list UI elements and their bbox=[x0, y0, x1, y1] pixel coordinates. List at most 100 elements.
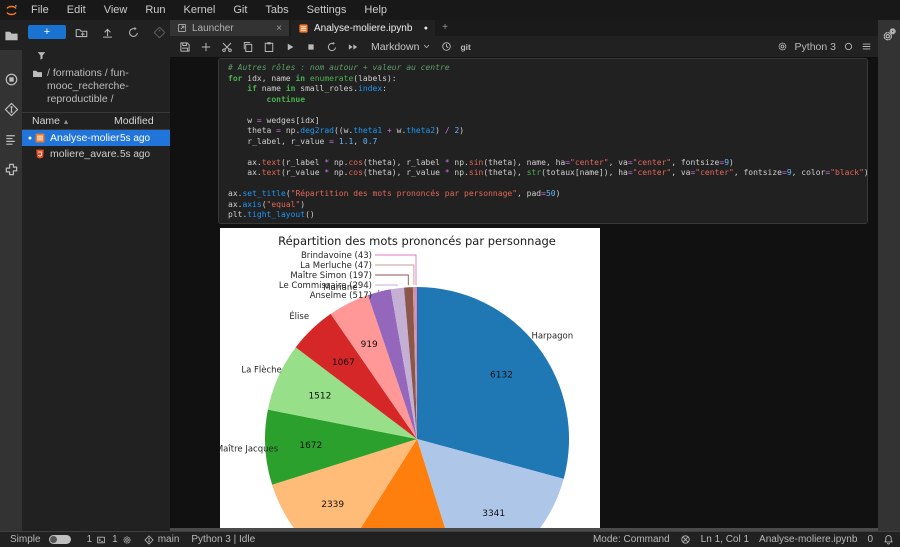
new-launcher-button[interactable]: + bbox=[28, 25, 66, 39]
code-line: theta = np.deg2rad((w.theta1 + w.theta2)… bbox=[228, 126, 867, 137]
upload-icon[interactable] bbox=[101, 26, 114, 39]
code-line bbox=[228, 105, 867, 116]
trust-indicator-icon[interactable] bbox=[680, 534, 691, 545]
code-line: ax.text(r_label * np.cos(theta), r_label… bbox=[228, 158, 867, 169]
file-modified: 5s ago bbox=[120, 149, 166, 160]
menu-view[interactable]: View bbox=[95, 0, 137, 20]
svg-text:6132: 6132 bbox=[490, 370, 513, 380]
close-tab-icon[interactable]: × bbox=[276, 23, 282, 34]
tab-bar: Launcher × Analyse-moliere.ipynb ● + bbox=[170, 20, 878, 36]
terminal-icon bbox=[96, 535, 106, 545]
svg-text:1067: 1067 bbox=[332, 358, 355, 368]
code-line: ax.axis("equal") bbox=[228, 200, 867, 211]
cursor-position[interactable]: Ln 1, Col 1 bbox=[701, 534, 749, 545]
copy-button[interactable] bbox=[242, 41, 254, 53]
execution-time-icon[interactable] bbox=[441, 41, 452, 52]
status-bar: Simple 1 1 main Python 3 | Idle Mode: Co… bbox=[0, 531, 900, 547]
file-browser-toolbar: + bbox=[22, 20, 170, 43]
property-inspector-icon[interactable] bbox=[882, 28, 896, 42]
code-line: continue bbox=[228, 95, 867, 106]
fast-forward-button[interactable] bbox=[347, 41, 359, 53]
annotation-label: Brindavoine (43) bbox=[301, 251, 372, 261]
annotation-label: Maître Simon (197) bbox=[290, 271, 372, 281]
menubar: FileEditViewRunKernelGitTabsSettingsHelp bbox=[0, 0, 900, 21]
menu-tabs[interactable]: Tabs bbox=[256, 0, 297, 20]
stop-button[interactable] bbox=[305, 41, 317, 53]
code-line: if name in small_roles.index: bbox=[228, 84, 867, 95]
file-row[interactable]: ●Analyse-moliere.i..5s ago bbox=[22, 130, 170, 146]
settings-gear-icon[interactable] bbox=[777, 41, 788, 52]
sidebar-git-icon[interactable] bbox=[0, 94, 22, 124]
tab-label: Launcher bbox=[192, 23, 234, 34]
chevron-down-icon bbox=[422, 42, 431, 51]
notebook-area[interactable]: # Autres rôles : nom autour + valeur au … bbox=[170, 57, 878, 528]
kernels-status[interactable]: 1 bbox=[112, 534, 132, 545]
git-clone-icon[interactable] bbox=[153, 26, 166, 39]
column-modified[interactable]: Modified bbox=[114, 115, 166, 127]
simple-mode-toggle[interactable] bbox=[49, 535, 71, 544]
run-button[interactable] bbox=[284, 41, 296, 53]
add-cell-button[interactable] bbox=[200, 41, 212, 53]
svg-text:Répartition des mots prononcés: Répartition des mots prononcés par perso… bbox=[278, 234, 556, 248]
kernel-status-text[interactable]: Python 3 | Idle bbox=[191, 534, 255, 545]
code-line: plt.tight_layout() bbox=[228, 210, 867, 221]
git-branch-status[interactable]: main bbox=[144, 534, 180, 545]
launcher-icon bbox=[177, 23, 187, 33]
menu-file[interactable]: File bbox=[22, 0, 58, 20]
jupyterlab-window: FileEditViewRunKernelGitTabsSettingsHelp… bbox=[0, 0, 900, 547]
new-tab-button[interactable]: + bbox=[435, 20, 455, 36]
code-line: for idx, name in enumerate(labels): bbox=[228, 74, 867, 85]
toolbar-buttons bbox=[179, 41, 359, 53]
menu-edit[interactable]: Edit bbox=[58, 0, 95, 20]
menu-list: FileEditViewRunKernelGitTabsSettingsHelp bbox=[22, 0, 396, 20]
notifications-count[interactable]: 0 bbox=[867, 534, 873, 545]
file-browser-actions bbox=[75, 26, 166, 39]
sidebar-file-browser-icon[interactable] bbox=[0, 20, 22, 50]
cell-type-value: Markdown bbox=[371, 41, 419, 53]
menu-git[interactable]: Git bbox=[224, 0, 256, 20]
simple-mode-label: Simple bbox=[10, 534, 41, 545]
unsaved-changes-dot: ● bbox=[424, 25, 428, 32]
notebook-file-icon bbox=[34, 132, 48, 144]
save-button[interactable] bbox=[179, 41, 191, 53]
kernel-name[interactable]: Python 3 bbox=[795, 41, 836, 53]
restart-button[interactable] bbox=[326, 41, 338, 53]
file-row[interactable]: moliere_avare.html5s ago bbox=[22, 146, 170, 162]
sort-caret-icon: ▴ bbox=[64, 117, 68, 126]
code-cell[interactable]: # Autres rôles : nom autour + valeur au … bbox=[218, 58, 868, 224]
terminals-status[interactable]: 1 bbox=[87, 534, 107, 545]
active-file-name[interactable]: Analyse-moliere.ipynb bbox=[759, 534, 857, 545]
svg-text:2339: 2339 bbox=[321, 500, 344, 510]
breadcrumb[interactable]: / formations / fun-mooc_recherche-reprod… bbox=[22, 63, 170, 108]
sidebar-running-sessions-icon[interactable] bbox=[0, 64, 22, 94]
file-browser-panel: + / formations / fun-mooc_recherche-repr… bbox=[22, 20, 170, 531]
refresh-icon[interactable] bbox=[127, 26, 140, 39]
filter-files-icon[interactable] bbox=[36, 50, 47, 61]
tab-notebook[interactable]: Analyse-moliere.ipynb ● bbox=[291, 20, 435, 36]
paste-button[interactable] bbox=[263, 41, 275, 53]
git-toolbar-label[interactable]: git bbox=[460, 42, 470, 52]
kernel-sessions-icon bbox=[122, 535, 132, 545]
main-dock-panel: Launcher × Analyse-moliere.ipynb ● + Mar… bbox=[170, 20, 878, 531]
code-line: # Autres rôles : nom autour + valeur au … bbox=[228, 63, 867, 74]
menu-run[interactable]: Run bbox=[136, 0, 174, 20]
menu-kernel[interactable]: Kernel bbox=[175, 0, 225, 20]
sidebar-extension-manager-icon[interactable] bbox=[0, 154, 22, 184]
menu-settings[interactable]: Settings bbox=[298, 0, 356, 20]
more-menu-icon[interactable] bbox=[861, 41, 872, 52]
column-name[interactable]: Name▴ bbox=[32, 115, 114, 127]
git-branch-icon bbox=[144, 535, 154, 545]
notebook-toolbar: Markdown git Python 3 bbox=[170, 36, 878, 58]
tab-launcher[interactable]: Launcher × bbox=[170, 20, 289, 36]
sidebar-table-of-contents-icon[interactable] bbox=[0, 124, 22, 154]
kernel-status-icon[interactable] bbox=[843, 41, 854, 52]
cell-type-dropdown[interactable]: Markdown bbox=[371, 41, 431, 53]
bell-icon[interactable] bbox=[883, 534, 894, 545]
new-folder-icon[interactable] bbox=[75, 26, 88, 39]
menu-help[interactable]: Help bbox=[355, 0, 396, 20]
code-cell-editor[interactable]: # Autres rôles : nom autour + valeur au … bbox=[219, 59, 867, 221]
file-list-header: Name▴ Modified bbox=[22, 112, 170, 130]
cut-button[interactable] bbox=[221, 41, 233, 53]
command-mode-indicator[interactable]: Mode: Command bbox=[593, 534, 670, 545]
notebook-icon bbox=[298, 23, 309, 34]
